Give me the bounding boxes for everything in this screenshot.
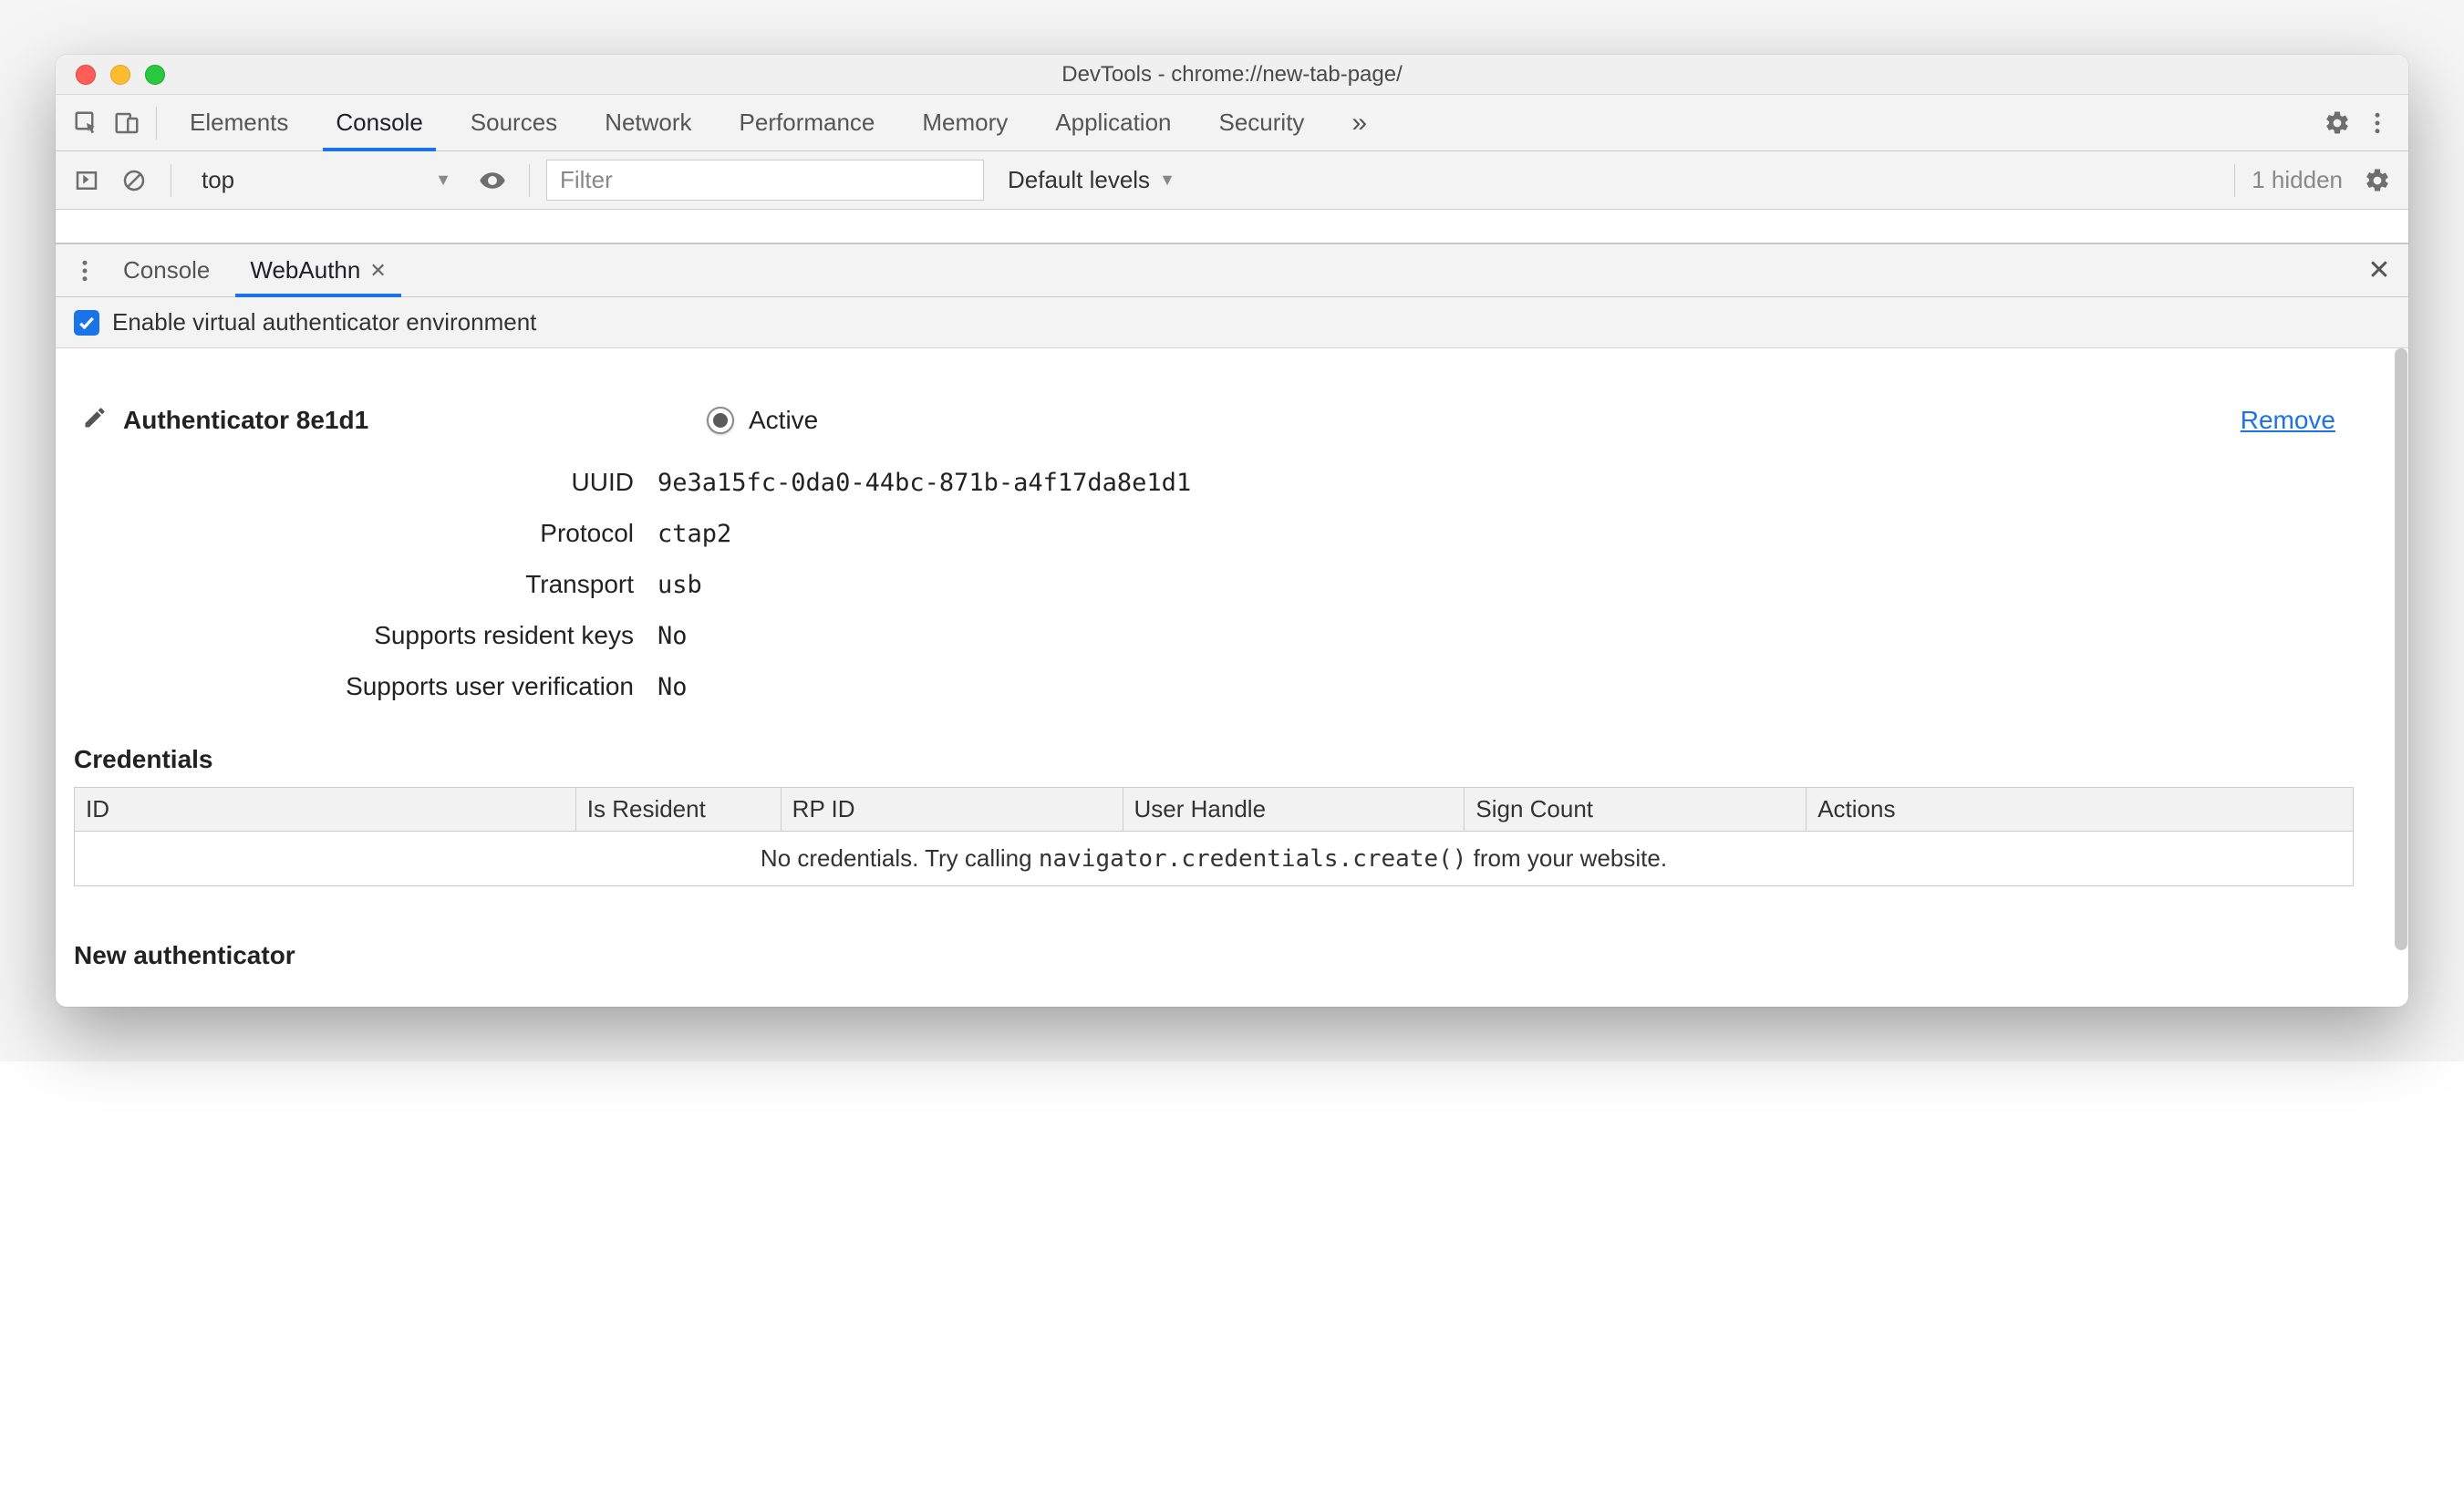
protocol-label: Protocol (74, 519, 657, 548)
empty-suffix: from your website. (1466, 844, 1667, 872)
scrollbar-thumb[interactable] (2395, 348, 2407, 950)
col-actions: Actions (1807, 788, 2354, 832)
enable-virtual-auth-row: Enable virtual authenticator environment (56, 297, 2408, 348)
inspect-element-icon[interactable] (67, 103, 107, 143)
drawer-tab-webauthn[interactable]: WebAuthn ✕ (230, 244, 406, 296)
authenticator-properties: UUID 9e3a15fc-0da0-44bc-871b-a4f17da8e1d… (74, 468, 2390, 738)
main-toolbar: Elements Console Sources Network Perform… (56, 95, 2408, 151)
drawer-close-icon[interactable]: ✕ (2361, 251, 2397, 291)
authenticator-name: Authenticator 8e1d1 (123, 406, 707, 435)
window-title: DevTools - chrome://new-tab-page/ (56, 62, 2408, 88)
chevron-down-icon: ▼ (435, 171, 451, 190)
scrollbar-track[interactable] (2390, 348, 2408, 970)
new-authenticator-heading: New authenticator (74, 941, 2390, 970)
active-label: Active (749, 406, 818, 435)
credentials-table: ID Is Resident RP ID User Handle Sign Co… (74, 787, 2354, 886)
resident-value: No (657, 622, 2390, 650)
uuid-value: 9e3a15fc-0da0-44bc-871b-a4f17da8e1d1 (657, 469, 2390, 497)
drawer-tab-console[interactable]: Console (103, 244, 230, 296)
resident-label: Supports resident keys (74, 621, 657, 650)
levels-label: Default levels (1008, 166, 1150, 194)
tab-sources[interactable]: Sources (447, 95, 581, 150)
hidden-count: 1 hidden (2252, 166, 2350, 194)
context-label: top (202, 166, 234, 194)
minimize-window-button[interactable] (110, 65, 130, 85)
sidebar-toggle-icon[interactable] (67, 160, 107, 201)
drawer-tab-label: WebAuthn (250, 256, 360, 285)
col-rpid: RP ID (781, 788, 1123, 832)
col-signcount: Sign Count (1465, 788, 1807, 832)
tab-console[interactable]: Console (312, 95, 446, 150)
close-tab-icon[interactable]: ✕ (369, 259, 386, 283)
drawer-tab-label: Console (123, 256, 210, 285)
tab-application[interactable]: Application (1031, 95, 1195, 150)
tab-network[interactable]: Network (581, 95, 715, 150)
clear-console-icon[interactable] (114, 160, 154, 201)
log-levels-selector[interactable]: Default levels ▼ (991, 166, 1192, 194)
userverify-label: Supports user verification (74, 672, 657, 701)
filter-input[interactable] (546, 160, 984, 201)
active-radio[interactable] (707, 407, 734, 434)
col-userhandle: User Handle (1123, 788, 1465, 832)
tab-performance[interactable]: Performance (716, 95, 899, 150)
protocol-value: ctap2 (657, 520, 2390, 548)
kebab-menu-icon[interactable] (2357, 103, 2397, 143)
separator (2234, 164, 2235, 197)
devtools-window: DevTools - chrome://new-tab-page/ Elemen… (56, 55, 2408, 1007)
col-resident: Is Resident (575, 788, 781, 832)
settings-gear-icon[interactable] (2317, 103, 2357, 143)
empty-code: navigator.credentials.create() (1039, 845, 1467, 873)
separator (529, 164, 530, 197)
device-toolbar-icon[interactable] (107, 103, 147, 143)
live-expression-eye-icon[interactable] (472, 160, 512, 201)
chevron-down-icon: ▼ (1159, 171, 1175, 190)
credentials-heading: Credentials (74, 745, 2390, 774)
transport-label: Transport (74, 570, 657, 599)
active-radio-group: Active (707, 406, 818, 435)
tabs-overflow-icon[interactable]: » (1328, 95, 1391, 150)
webauthn-content: Authenticator 8e1d1 Active Remove UUID 9… (56, 348, 2408, 970)
table-header-row: ID Is Resident RP ID User Handle Sign Co… (75, 788, 2354, 832)
console-body-strip (56, 210, 2408, 244)
tab-elements[interactable]: Elements (166, 95, 312, 150)
remove-authenticator-link[interactable]: Remove (2241, 406, 2335, 435)
zoom-window-button[interactable] (145, 65, 165, 85)
tab-memory[interactable]: Memory (898, 95, 1031, 150)
enable-virtual-auth-label: Enable virtual authenticator environment (112, 308, 536, 336)
traffic-lights (56, 65, 165, 85)
edit-authenticator-name-icon[interactable] (74, 405, 116, 435)
console-settings-gear-icon[interactable] (2357, 160, 2397, 201)
table-row: No credentials. Try calling navigator.cr… (75, 832, 2354, 886)
main-tabs: Elements Console Sources Network Perform… (166, 95, 1391, 150)
transport-value: usb (657, 571, 2390, 599)
drawer-kebab-icon[interactable] (67, 251, 103, 291)
context-selector[interactable]: top ▼ (188, 161, 465, 199)
empty-credentials-cell: No credentials. Try calling navigator.cr… (75, 832, 2354, 886)
console-toolbar: top ▼ Default levels ▼ 1 hidden (56, 151, 2408, 210)
enable-virtual-auth-checkbox[interactable] (74, 310, 99, 336)
uuid-label: UUID (74, 468, 657, 497)
close-window-button[interactable] (76, 65, 96, 85)
window-titlebar: DevTools - chrome://new-tab-page/ (56, 55, 2408, 95)
tab-security[interactable]: Security (1196, 95, 1329, 150)
drawer-tabbar: Console WebAuthn ✕ ✕ (56, 244, 2408, 297)
userverify-value: No (657, 673, 2390, 701)
authenticator-header: Authenticator 8e1d1 Active Remove (74, 348, 2390, 468)
empty-prefix: No credentials. Try calling (761, 844, 1039, 872)
col-id: ID (75, 788, 576, 832)
separator (156, 107, 157, 140)
